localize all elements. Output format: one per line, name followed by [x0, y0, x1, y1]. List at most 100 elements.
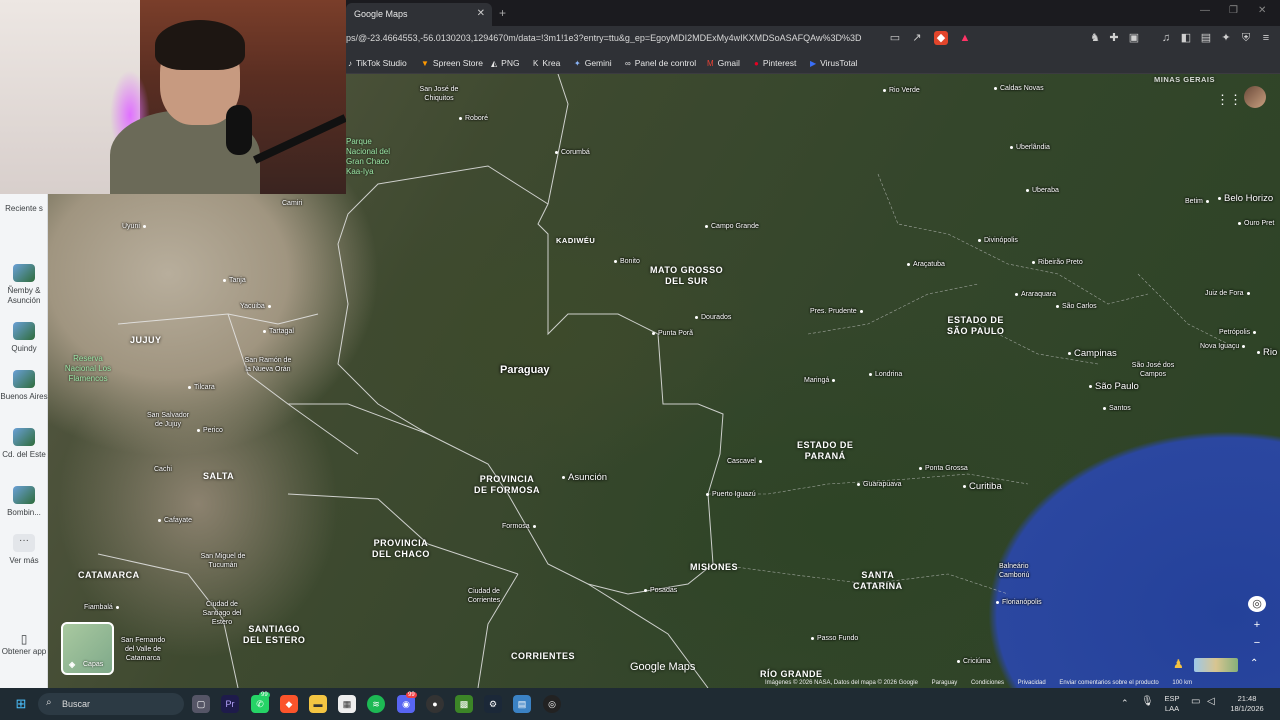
tab-google-maps[interactable]: Google Maps ✕	[346, 3, 492, 26]
bookmark-spreen[interactable]: ▼ Spreen Store	[421, 58, 483, 68]
place-label[interactable]: Campo Grande	[705, 222, 759, 231]
url-input[interactable]: ps/@-23.4664553,-56.0130203,1294670m/dat…	[346, 33, 881, 43]
place-label[interactable]: Santos	[1103, 404, 1131, 413]
place-label[interactable]: Balneário Camboriú	[999, 562, 1033, 580]
task-view-icon[interactable]: ▢	[192, 695, 210, 713]
place-label[interactable]: Punta Porã	[652, 329, 693, 338]
more-button[interactable]: ··· Ver más	[0, 534, 48, 566]
place-label[interactable]: Passo Fundo	[811, 634, 858, 643]
place-label[interactable]: Tilcara	[188, 383, 215, 392]
place-label[interactable]: Cascavel	[727, 457, 762, 466]
place-label[interactable]: Dourados	[695, 313, 731, 322]
share-icon[interactable]: ↗	[910, 31, 924, 45]
place-label[interactable]: Florianópolis	[996, 598, 1042, 607]
network-icon[interactable]: ▭	[1191, 697, 1200, 707]
park-label[interactable]: Reserva Nacional Los Flamencos	[57, 354, 119, 384]
place-label[interactable]: Cafayate	[158, 516, 192, 525]
place-label[interactable]: San Salvador de Jujuy	[145, 411, 191, 429]
place-label[interactable]: Guarapuava	[857, 480, 902, 489]
spotify-icon[interactable]: ≋	[367, 695, 385, 713]
place-label[interactable]: Uyuni	[122, 222, 146, 231]
tray-overflow-icon[interactable]: ⌃	[1121, 698, 1129, 708]
place-label[interactable]: Corumbá	[555, 148, 590, 157]
zoom-out-button[interactable]: −	[1248, 635, 1266, 651]
place-label[interactable]: Ponta Grossa	[919, 464, 968, 473]
place-label[interactable]: Araraquara	[1015, 290, 1056, 299]
place-label[interactable]: Maringá	[804, 376, 835, 385]
place-label[interactable]: San José de Chiquitos	[416, 85, 462, 103]
place-label[interactable]: Ciudad de Corrientes	[464, 587, 504, 605]
place-label[interactable]: Rio Verde	[883, 86, 920, 95]
my-location-icon[interactable]: ◎	[1248, 596, 1266, 612]
bookmark-pinterest[interactable]: ● Pinterest	[754, 58, 796, 68]
place-label[interactable]: São Carlos	[1056, 302, 1097, 311]
city-belo-horizonte[interactable]: Belo Horizo	[1218, 194, 1273, 204]
place-label[interactable]: Camiri	[282, 199, 302, 208]
park-label[interactable]: Parque Nacional del Gran Chaco Kaa-Iya	[346, 137, 396, 177]
tab-close-icon[interactable]: ✕	[477, 8, 485, 19]
place-label[interactable]: San Fernando del Valle de Catamarca	[117, 636, 169, 663]
sidebar-item-quindy[interactable]: Quindy	[0, 322, 48, 354]
place-label[interactable]: Perico	[197, 426, 223, 435]
pegman-icon[interactable]: ♟	[1173, 657, 1187, 673]
get-app-button[interactable]: ▯ Obtener app	[0, 633, 48, 657]
obs-icon[interactable]: ●	[426, 695, 444, 713]
avatar[interactable]	[1244, 86, 1266, 108]
terms-link[interactable]: Condiciones	[971, 680, 1004, 686]
extension-icon[interactable]: ♞	[1088, 31, 1102, 45]
reader-icon[interactable]: ▭	[888, 31, 902, 45]
city-sao-paulo[interactable]: São Paulo	[1089, 382, 1139, 392]
place-label[interactable]: Cachi	[154, 465, 172, 474]
steam-icon[interactable]: ⚙	[484, 695, 502, 713]
sidebar-toggle-icon[interactable]: ◧	[1179, 31, 1193, 45]
place-label[interactable]: Fiambalá	[84, 603, 119, 612]
recent-button[interactable]: Reciente s	[0, 204, 48, 214]
place-label[interactable]: Ribeirão Preto	[1032, 258, 1083, 267]
place-label[interactable]: Ciudad de Santiago del Estero	[202, 600, 242, 627]
minecraft-icon[interactable]: ▩	[455, 695, 473, 713]
extensions-puzzle-icon[interactable]: ✚	[1107, 31, 1121, 45]
bookmark-virustotal[interactable]: ▶ VirusTotal	[810, 58, 857, 68]
window-close-button[interactable]: ✕	[1258, 5, 1266, 16]
new-tab-button[interactable]: +	[499, 6, 506, 20]
bookmark-gemini[interactable]: ✦ Gemini	[574, 58, 612, 68]
place-label[interactable]: São José dos Campos	[1128, 361, 1178, 379]
brave-icon[interactable]: ◆	[280, 695, 298, 713]
place-label[interactable]: Ouro Pret	[1238, 219, 1274, 228]
place-label[interactable]: Roboré	[459, 114, 488, 123]
scale-bar[interactable]: 100 km	[1172, 680, 1192, 686]
place-label[interactable]: Tartagal	[263, 327, 294, 336]
windows-start-icon[interactable]: ⊞	[12, 695, 30, 713]
feedback-link[interactable]: Enviar comentarios sobre el producto	[1059, 680, 1158, 686]
place-label[interactable]: Tanja	[223, 276, 246, 285]
imagery-thumbnails[interactable]	[1194, 658, 1238, 672]
place-label[interactable]: Formosa	[502, 522, 536, 531]
place-label[interactable]: Betim	[1185, 197, 1209, 206]
zoom-in-button[interactable]: +	[1248, 617, 1266, 633]
minimize-button[interactable]: —	[1200, 5, 1210, 16]
city-curitiba[interactable]: Curitiba	[963, 482, 1002, 492]
volume-icon[interactable]: ◁	[1207, 697, 1215, 707]
screenshot-icon[interactable]: ▣	[1127, 31, 1141, 45]
place-label[interactable]: San Miguel de Tucumán	[200, 552, 246, 570]
brave-shield-icon[interactable]: ◆	[934, 31, 948, 45]
place-label[interactable]: Uberlândia	[1010, 143, 1050, 152]
place-label[interactable]: Pres. Prudente	[810, 307, 863, 316]
webcam-app-icon[interactable]: ◎	[543, 695, 561, 713]
menu-icon[interactable]: ≡	[1259, 31, 1273, 45]
place-label[interactable]: Londrina	[869, 370, 902, 379]
microphone-icon[interactable]: 🎙	[1141, 697, 1154, 707]
city-rio[interactable]: Rio	[1257, 348, 1277, 358]
place-label[interactable]: San Ramón de la Nueva Orán	[243, 356, 293, 374]
wallet-icon[interactable]: ▤	[1199, 31, 1213, 45]
language-indicator[interactable]: ESP LAA	[1160, 694, 1184, 714]
sidebar-item-nemby[interactable]: Ñemby & Asunción	[0, 264, 48, 306]
bookmark-panel[interactable]: ∞ Panel de control	[625, 58, 696, 68]
place-label[interactable]: Criciúma	[957, 657, 991, 666]
privacy-link[interactable]: Privacidad	[1018, 680, 1046, 686]
place-label[interactable]: Yacuiba	[240, 302, 271, 311]
apps-grid-icon[interactable]: ⋮⋮	[1216, 92, 1242, 108]
maximize-button[interactable]: ❐	[1229, 5, 1238, 16]
place-label[interactable]: Caldas Novas	[994, 84, 1044, 93]
place-label[interactable]: Divinópolis	[978, 236, 1018, 245]
